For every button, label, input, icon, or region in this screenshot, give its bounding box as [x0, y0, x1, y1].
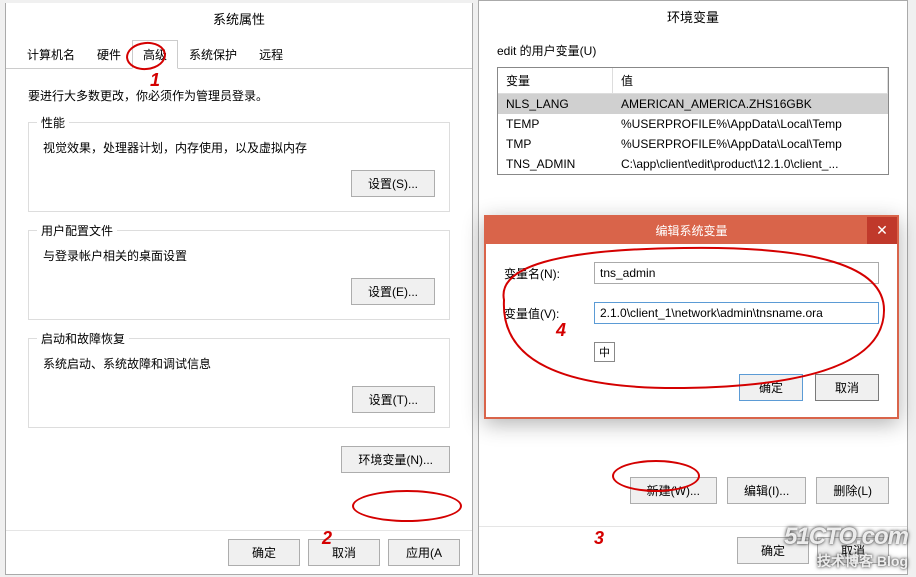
edit-button[interactable]: 编辑(I)...: [727, 477, 806, 504]
performance-group: 性能 视觉效果，处理器计划，内存使用，以及虚拟内存 设置(S)...: [28, 122, 450, 212]
perf-title: 性能: [37, 114, 69, 131]
header-name: 变量: [498, 68, 613, 93]
userprof-desc: 与登录帐户相关的桌面设置: [43, 247, 435, 264]
tab-hardware[interactable]: 硬件: [86, 40, 132, 68]
edit-body: 变量名(N): 变量值(V): 中: [486, 244, 897, 374]
startup-group: 启动和故障恢复 系统启动、系统故障和调试信息 设置(T)...: [28, 338, 450, 428]
tab-computer-name[interactable]: 计算机名: [16, 40, 86, 68]
watermark-line1: 51CTO.com: [784, 523, 908, 551]
tab-content: 要进行大多数更改，你必须作为管理员登录。 性能 视觉效果，处理器计划，内存使用，…: [6, 69, 472, 491]
envvar-title: 环境变量: [479, 1, 907, 30]
tab-system-protection[interactable]: 系统保护: [178, 40, 248, 68]
edit-system-variable-dialog: 编辑系统变量 ✕ 变量名(N): 变量值(V): 中 确定 取消: [484, 215, 899, 419]
sysprop-cancel-button[interactable]: 取消: [308, 539, 380, 566]
admin-note: 要进行大多数更改，你必须作为管理员登录。: [28, 87, 450, 104]
watermark-line2: 技术博客 Blog: [784, 551, 908, 571]
table-row[interactable]: TNS_ADMINC:\app\client\edit\product\12.1…: [498, 154, 888, 174]
cell-name: TMP: [498, 134, 613, 154]
table-row[interactable]: TMP%USERPROFILE%\AppData\Local\Temp: [498, 134, 888, 154]
startup-settings-button[interactable]: 设置(T)...: [352, 386, 435, 413]
var-name-label: 变量名(N):: [504, 265, 594, 282]
system-properties-dialog: 系统属性 计算机名 硬件 高级 系统保护 远程 要进行大多数更改，你必须作为管理…: [5, 3, 473, 575]
sysprop-title: 系统属性: [6, 3, 472, 32]
table-row[interactable]: TEMP%USERPROFILE%\AppData\Local\Temp: [498, 114, 888, 134]
user-vars-table[interactable]: 变量 值 NLS_LANGAMERICAN_AMERICA.ZHS16GBKTE…: [497, 67, 889, 175]
table-header: 变量 值: [498, 68, 888, 94]
var-name-input[interactable]: [594, 262, 879, 284]
ime-indicator: 中: [594, 342, 615, 362]
edit-ok-button[interactable]: 确定: [739, 374, 803, 401]
edit-modal-title: 编辑系统变量: [655, 222, 727, 239]
perf-settings-button[interactable]: 设置(S)...: [351, 170, 435, 197]
user-vars-label: edit 的用户变量(U): [479, 30, 907, 67]
userprof-title: 用户配置文件: [37, 222, 117, 239]
delete-button[interactable]: 删除(L): [816, 477, 889, 504]
cell-name: NLS_LANG: [498, 94, 613, 114]
sysprop-footer: 确定 取消 应用(A: [6, 530, 472, 574]
sysprop-ok-button[interactable]: 确定: [228, 539, 300, 566]
edit-footer: 确定 取消: [486, 374, 897, 417]
cell-name: TEMP: [498, 114, 613, 134]
sysprop-apply-button[interactable]: 应用(A: [388, 539, 460, 566]
userprof-settings-button[interactable]: 设置(E)...: [351, 278, 435, 305]
watermark: 51CTO.com 技术博客 Blog: [784, 523, 908, 571]
new-button[interactable]: 新建(W)...: [630, 477, 717, 504]
cell-value: %USERPROFILE%\AppData\Local\Temp: [613, 114, 888, 134]
var-value-input[interactable]: [594, 302, 879, 324]
close-icon[interactable]: ✕: [867, 217, 897, 244]
header-value: 值: [613, 68, 888, 93]
sysprop-tabs: 计算机名 硬件 高级 系统保护 远程: [6, 40, 472, 69]
user-profile-group: 用户配置文件 与登录帐户相关的桌面设置 设置(E)...: [28, 230, 450, 320]
edit-cancel-button[interactable]: 取消: [815, 374, 879, 401]
startup-desc: 系统启动、系统故障和调试信息: [43, 355, 435, 372]
user-var-rows: NLS_LANGAMERICAN_AMERICA.ZHS16GBKTEMP%US…: [498, 94, 888, 174]
var-value-label: 变量值(V):: [504, 305, 594, 322]
cell-value: %USERPROFILE%\AppData\Local\Temp: [613, 134, 888, 154]
tab-remote[interactable]: 远程: [248, 40, 294, 68]
cell-name: TNS_ADMIN: [498, 154, 613, 174]
startup-title: 启动和故障恢复: [37, 330, 129, 347]
sysvar-actions: 新建(W)... 编辑(I)... 删除(L): [479, 467, 907, 514]
edit-modal-titlebar[interactable]: 编辑系统变量 ✕: [486, 217, 897, 244]
cell-value: AMERICAN_AMERICA.ZHS16GBK: [613, 94, 888, 114]
env-variables-button[interactable]: 环境变量(N)...: [341, 446, 450, 473]
perf-desc: 视觉效果，处理器计划，内存使用，以及虚拟内存: [43, 139, 435, 156]
table-row[interactable]: NLS_LANGAMERICAN_AMERICA.ZHS16GBK: [498, 94, 888, 114]
cell-value: C:\app\client\edit\product\12.1.0\client…: [613, 154, 888, 174]
tab-advanced[interactable]: 高级: [132, 40, 178, 69]
